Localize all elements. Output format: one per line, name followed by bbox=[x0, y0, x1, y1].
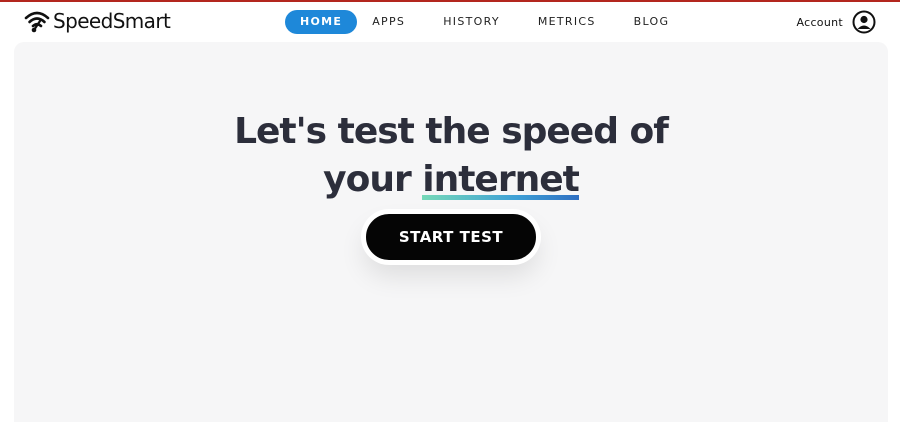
nav-item-history[interactable]: HISTORY bbox=[431, 10, 512, 34]
headline-line2-prefix: your bbox=[323, 159, 423, 200]
nav-item-metrics[interactable]: METRICS bbox=[526, 10, 608, 34]
headline-line1: Let's test the speed of bbox=[234, 111, 669, 152]
account-label: Account bbox=[796, 15, 843, 29]
hero-panel: Let's test the speed of your internet ST… bbox=[14, 42, 888, 422]
nav-item-blog[interactable]: BLOG bbox=[622, 10, 682, 34]
page-title: Let's test the speed of your internet bbox=[14, 108, 888, 204]
headline-highlight: internet bbox=[422, 159, 580, 200]
user-circle-icon bbox=[852, 10, 876, 34]
brand-name: SpeedSmart bbox=[53, 9, 171, 33]
wifi-logo-icon bbox=[24, 11, 50, 33]
nav-item-apps[interactable]: APPS bbox=[360, 10, 417, 34]
start-test-button[interactable]: START TEST bbox=[364, 212, 538, 262]
main-nav: HOME APPS HISTORY METRICS BLOG bbox=[285, 10, 681, 34]
account-link[interactable]: Account bbox=[796, 10, 876, 34]
nav-item-home[interactable]: HOME bbox=[285, 10, 358, 34]
site-header: SpeedSmart HOME APPS HISTORY METRICS BLO… bbox=[0, 2, 900, 40]
logo[interactable]: SpeedSmart bbox=[24, 8, 171, 34]
